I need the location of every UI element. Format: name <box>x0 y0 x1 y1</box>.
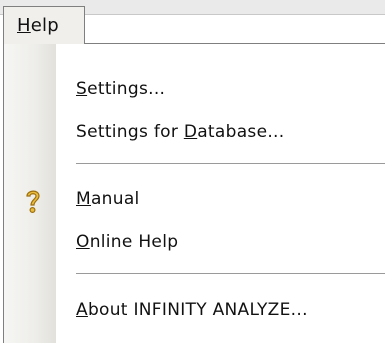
label-after: anual <box>90 189 140 209</box>
label-mnemonic: M <box>76 189 91 209</box>
menu-item-settings-label: Settings... <box>76 79 165 99</box>
menu-item-settings-for-database-label: Settings for Database... <box>76 122 284 142</box>
menu-item-about[interactable]: About INFINITY ANALYZE... <box>4 291 385 331</box>
menu-separator <box>76 273 385 275</box>
label-mnemonic: O <box>76 232 90 252</box>
menu-item-manual-label: Manual <box>76 189 140 209</box>
menu-item-about-label: About INFINITY ANALYZE... <box>76 300 308 320</box>
menu-item-settings-for-database[interactable]: Settings for Database... <box>4 113 385 153</box>
help-menu-dropdown: Settings... Settings for Database... Man… <box>3 43 385 343</box>
label-after: nline Help <box>89 232 179 252</box>
label-mnemonic: S <box>76 79 88 99</box>
help-menu-header[interactable]: Help <box>3 6 85 44</box>
help-menu-title: Help <box>17 15 59 36</box>
help-question-icon <box>26 190 40 214</box>
label-after: ettings... <box>87 79 166 99</box>
menu-item-settings[interactable]: Settings... <box>4 70 385 110</box>
label-after: bout INFINITY ANALYZE... <box>87 300 308 320</box>
menu-item-manual[interactable]: Manual <box>4 180 385 220</box>
menu-separator <box>76 163 385 165</box>
menu-item-online-help-label: Online Help <box>76 232 178 252</box>
label-mnemonic: A <box>76 300 88 320</box>
label-mnemonic: D <box>183 122 198 142</box>
label-before: Settings for <box>76 122 184 142</box>
help-menu-mnemonic: H <box>17 15 31 36</box>
menu-item-online-help[interactable]: Online Help <box>4 223 385 263</box>
help-menu-title-rest: elp <box>30 15 59 36</box>
label-after: atabase... <box>197 122 285 142</box>
